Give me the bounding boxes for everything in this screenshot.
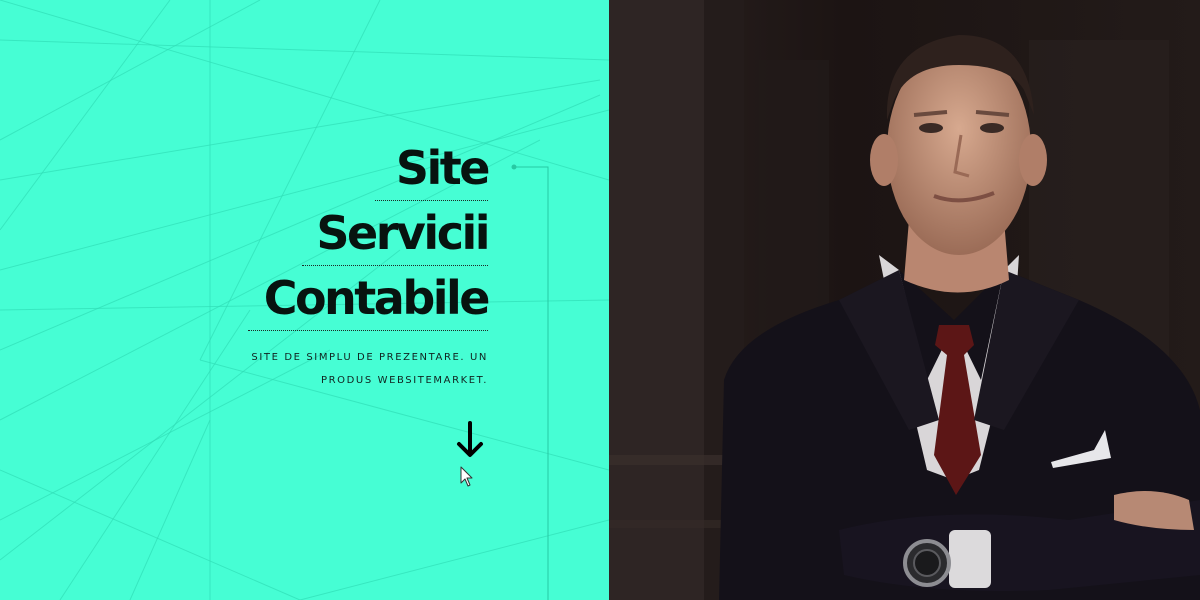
heading-line-2: Servicii	[302, 201, 491, 266]
businessman-photo	[609, 0, 1200, 600]
heading-line-3: Contabile	[248, 266, 491, 331]
tagline-line-1: SITE DE SIMPLU DE PREZENTARE. UN	[251, 352, 488, 363]
arrow-down-icon[interactable]	[455, 420, 485, 462]
hero-heading: Site Servicii Contabile	[248, 136, 491, 331]
mouse-cursor-icon	[460, 466, 474, 488]
hero-photo	[609, 0, 1200, 600]
hero-tagline: SITE DE SIMPLU DE PREZENTARE. UN PRODUS …	[238, 346, 488, 392]
tagline-line-2: PRODUS WEBSITEMARKET.	[320, 375, 488, 386]
heading-line-1: Site	[375, 136, 491, 201]
hero-text-panel: Site Servicii Contabile SITE DE SIMPLU D…	[0, 0, 609, 600]
